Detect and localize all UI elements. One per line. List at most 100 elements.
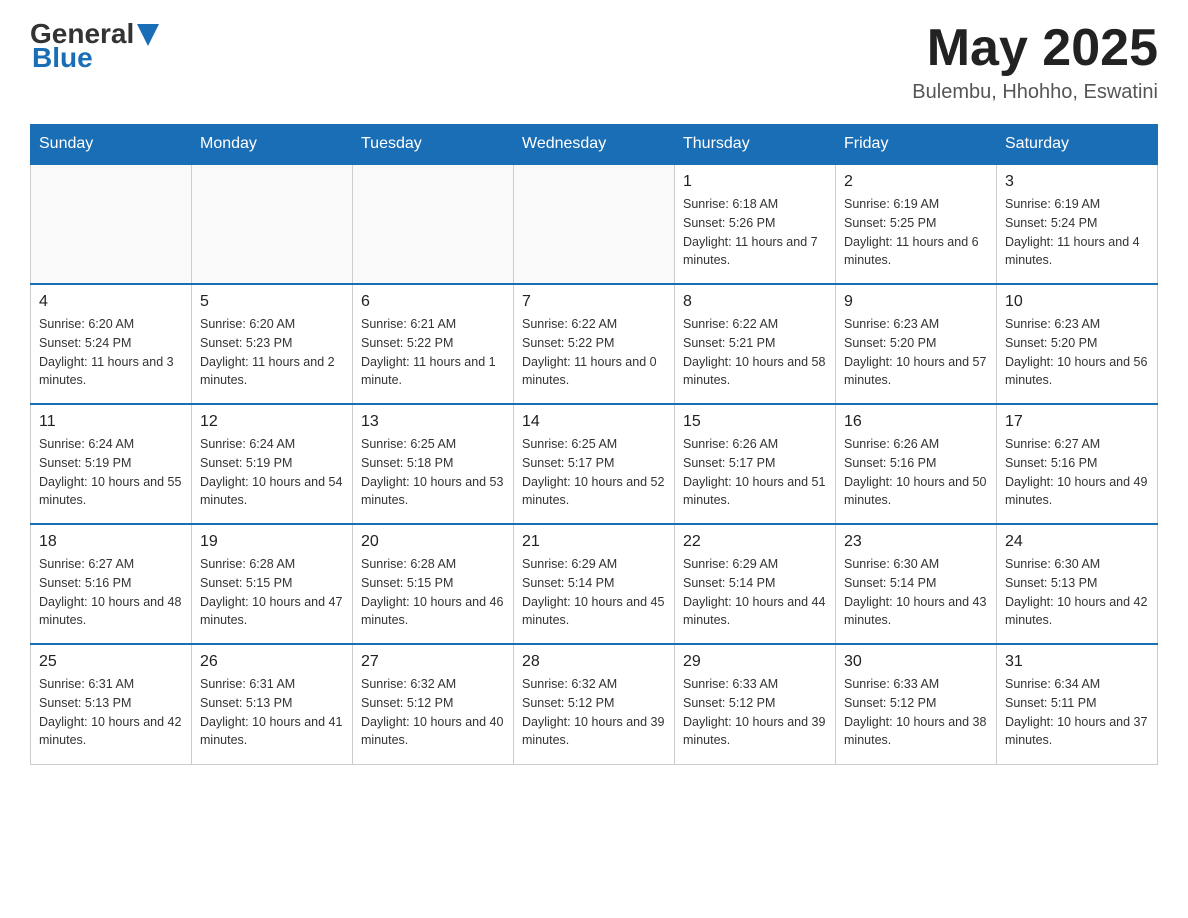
sun-info: Sunrise: 6:33 AMSunset: 5:12 PMDaylight:…: [844, 675, 988, 750]
calendar-day-cell: 18Sunrise: 6:27 AMSunset: 5:16 PMDayligh…: [31, 524, 192, 644]
day-of-week-header: Tuesday: [353, 125, 514, 165]
calendar-day-cell: 7 Sunrise: 6:22 AMSunset: 5:22 PMDaylight…: [514, 284, 675, 404]
title-block: May 2025 Bulembu, Hhohho, Eswatini: [912, 20, 1158, 104]
sun-info: Sunrise: 6:33 AMSunset: 5:12 PMDaylight:…: [683, 675, 827, 750]
calendar-day-cell: 22 Sunrise: 6:29 AMSunset: 5:14 PMDayligh…: [675, 524, 836, 644]
day-number: 4: [39, 293, 183, 311]
calendar-day-cell: [514, 164, 675, 284]
sun-info: Sunrise: 6:32 AMSunset: 5:12 PMDaylight:…: [522, 675, 666, 750]
day-number: 26: [200, 653, 344, 671]
day-number: 25: [39, 653, 183, 671]
calendar-day-cell: 11 Sunrise: 6:24 AMSunset: 5:19 PMDayligh…: [31, 404, 192, 524]
calendar-day-cell: 12 Sunrise: 6:24 AMSunset: 5:19 PMDayligh…: [192, 404, 353, 524]
day-number: 13: [361, 413, 505, 431]
calendar-day-cell: 27 Sunrise: 6:32 AMSunset: 5:12 PMDayligh…: [353, 644, 514, 764]
calendar-day-cell: 25 Sunrise: 6:31 AMSunset: 5:13 PMDayligh…: [31, 644, 192, 764]
day-of-week-header: Saturday: [997, 125, 1158, 165]
day-number: 27: [361, 653, 505, 671]
day-number: 1: [683, 173, 827, 191]
day-number: 30: [844, 653, 988, 671]
calendar-week-row: 11 Sunrise: 6:24 AMSunset: 5:19 PMDayligh…: [31, 404, 1158, 524]
sun-info: Sunrise: 6:20 AMSunset: 5:23 PMDaylight:…: [200, 315, 344, 390]
calendar-day-cell: 16 Sunrise: 6:26 AMSunset: 5:16 PMDayligh…: [836, 404, 997, 524]
calendar-day-cell: 1 Sunrise: 6:18 AMSunset: 5:26 PMDaylight…: [675, 164, 836, 284]
sun-info: Sunrise: 6:34 AMSunset: 5:11 PMDaylight:…: [1005, 675, 1149, 750]
calendar-week-row: 4 Sunrise: 6:20 AMSunset: 5:24 PMDaylight…: [31, 284, 1158, 404]
calendar-day-cell: 3Sunrise: 6:19 AMSunset: 5:24 PMDaylight…: [997, 164, 1158, 284]
calendar-day-cell: 30 Sunrise: 6:33 AMSunset: 5:12 PMDayligh…: [836, 644, 997, 764]
calendar-day-cell: 23 Sunrise: 6:30 AMSunset: 5:14 PMDayligh…: [836, 524, 997, 644]
calendar-week-row: 25 Sunrise: 6:31 AMSunset: 5:13 PMDayligh…: [31, 644, 1158, 764]
day-number: 5: [200, 293, 344, 311]
day-number: 21: [522, 533, 666, 551]
day-number: 8: [683, 293, 827, 311]
day-number: 17: [1005, 413, 1149, 431]
day-of-week-header: Thursday: [675, 125, 836, 165]
sun-info: Sunrise: 6:21 AMSunset: 5:22 PMDaylight:…: [361, 315, 505, 390]
day-number: 29: [683, 653, 827, 671]
day-number: 19: [200, 533, 344, 551]
day-number: 7: [522, 293, 666, 311]
sun-info: Sunrise: 6:19 AMSunset: 5:25 PMDaylight:…: [844, 195, 988, 270]
calendar-day-cell: 4 Sunrise: 6:20 AMSunset: 5:24 PMDaylight…: [31, 284, 192, 404]
day-number: 11: [39, 413, 183, 431]
sun-info: Sunrise: 6:24 AMSunset: 5:19 PMDaylight:…: [39, 435, 183, 510]
day-number: 14: [522, 413, 666, 431]
day-number: 6: [361, 293, 505, 311]
calendar-day-cell: 14Sunrise: 6:25 AMSunset: 5:17 PMDayligh…: [514, 404, 675, 524]
calendar-day-cell: 31 Sunrise: 6:34 AMSunset: 5:11 PMDayligh…: [997, 644, 1158, 764]
calendar-day-cell: 8 Sunrise: 6:22 AMSunset: 5:21 PMDaylight…: [675, 284, 836, 404]
sun-info: Sunrise: 6:27 AMSunset: 5:16 PMDaylight:…: [39, 555, 183, 630]
sun-info: Sunrise: 6:24 AMSunset: 5:19 PMDaylight:…: [200, 435, 344, 510]
sun-info: Sunrise: 6:32 AMSunset: 5:12 PMDaylight:…: [361, 675, 505, 750]
sun-info: Sunrise: 6:30 AMSunset: 5:14 PMDaylight:…: [844, 555, 988, 630]
sun-info: Sunrise: 6:29 AMSunset: 5:14 PMDaylight:…: [522, 555, 666, 630]
location-subtitle: Bulembu, Hhohho, Eswatini: [912, 81, 1158, 104]
page-header: General Blue May 2025 Bulembu, Hhohho, E…: [30, 20, 1158, 104]
sun-info: Sunrise: 6:18 AMSunset: 5:26 PMDaylight:…: [683, 195, 827, 270]
sun-info: Sunrise: 6:31 AMSunset: 5:13 PMDaylight:…: [200, 675, 344, 750]
day-of-week-header: Monday: [192, 125, 353, 165]
calendar-day-cell: 29 Sunrise: 6:33 AMSunset: 5:12 PMDayligh…: [675, 644, 836, 764]
day-number: 22: [683, 533, 827, 551]
day-of-week-header: Sunday: [31, 125, 192, 165]
day-number: 20: [361, 533, 505, 551]
day-number: 31: [1005, 653, 1149, 671]
calendar-day-cell: 24Sunrise: 6:30 AMSunset: 5:13 PMDayligh…: [997, 524, 1158, 644]
calendar-day-cell: 17 Sunrise: 6:27 AMSunset: 5:16 PMDayligh…: [997, 404, 1158, 524]
calendar-day-cell: 10Sunrise: 6:23 AMSunset: 5:20 PMDayligh…: [997, 284, 1158, 404]
day-number: 10: [1005, 293, 1149, 311]
sun-info: Sunrise: 6:29 AMSunset: 5:14 PMDaylight:…: [683, 555, 827, 630]
sun-info: Sunrise: 6:31 AMSunset: 5:13 PMDaylight:…: [39, 675, 183, 750]
month-year-title: May 2025: [912, 20, 1158, 77]
day-number: 12: [200, 413, 344, 431]
sun-info: Sunrise: 6:20 AMSunset: 5:24 PMDaylight:…: [39, 315, 183, 390]
sun-info: Sunrise: 6:26 AMSunset: 5:17 PMDaylight:…: [683, 435, 827, 510]
sun-info: Sunrise: 6:23 AMSunset: 5:20 PMDaylight:…: [844, 315, 988, 390]
sun-info: Sunrise: 6:26 AMSunset: 5:16 PMDaylight:…: [844, 435, 988, 510]
logo-triangle-icon: [137, 24, 159, 46]
calendar-day-cell: 9 Sunrise: 6:23 AMSunset: 5:20 PMDaylight…: [836, 284, 997, 404]
sun-info: Sunrise: 6:22 AMSunset: 5:22 PMDaylight:…: [522, 315, 666, 390]
calendar-day-cell: 20 Sunrise: 6:28 AMSunset: 5:15 PMDayligh…: [353, 524, 514, 644]
calendar-day-cell: 6 Sunrise: 6:21 AMSunset: 5:22 PMDaylight…: [353, 284, 514, 404]
sun-info: Sunrise: 6:27 AMSunset: 5:16 PMDaylight:…: [1005, 435, 1149, 510]
calendar-week-row: 1 Sunrise: 6:18 AMSunset: 5:26 PMDaylight…: [31, 164, 1158, 284]
sun-info: Sunrise: 6:28 AMSunset: 5:15 PMDaylight:…: [361, 555, 505, 630]
day-number: 16: [844, 413, 988, 431]
calendar-day-cell: 5 Sunrise: 6:20 AMSunset: 5:23 PMDaylight…: [192, 284, 353, 404]
calendar-day-cell: 28 Sunrise: 6:32 AMSunset: 5:12 PMDayligh…: [514, 644, 675, 764]
day-number: 23: [844, 533, 988, 551]
day-number: 28: [522, 653, 666, 671]
day-number: 3: [1005, 173, 1149, 191]
sun-info: Sunrise: 6:22 AMSunset: 5:21 PMDaylight:…: [683, 315, 827, 390]
day-number: 15: [683, 413, 827, 431]
calendar-week-row: 18Sunrise: 6:27 AMSunset: 5:16 PMDayligh…: [31, 524, 1158, 644]
day-number: 9: [844, 293, 988, 311]
calendar-day-cell: [192, 164, 353, 284]
calendar-day-cell: 19Sunrise: 6:28 AMSunset: 5:15 PMDayligh…: [192, 524, 353, 644]
day-of-week-header: Wednesday: [514, 125, 675, 165]
calendar-day-cell: [31, 164, 192, 284]
calendar-day-cell: 26 Sunrise: 6:31 AMSunset: 5:13 PMDayligh…: [192, 644, 353, 764]
calendar-day-cell: 21 Sunrise: 6:29 AMSunset: 5:14 PMDayligh…: [514, 524, 675, 644]
